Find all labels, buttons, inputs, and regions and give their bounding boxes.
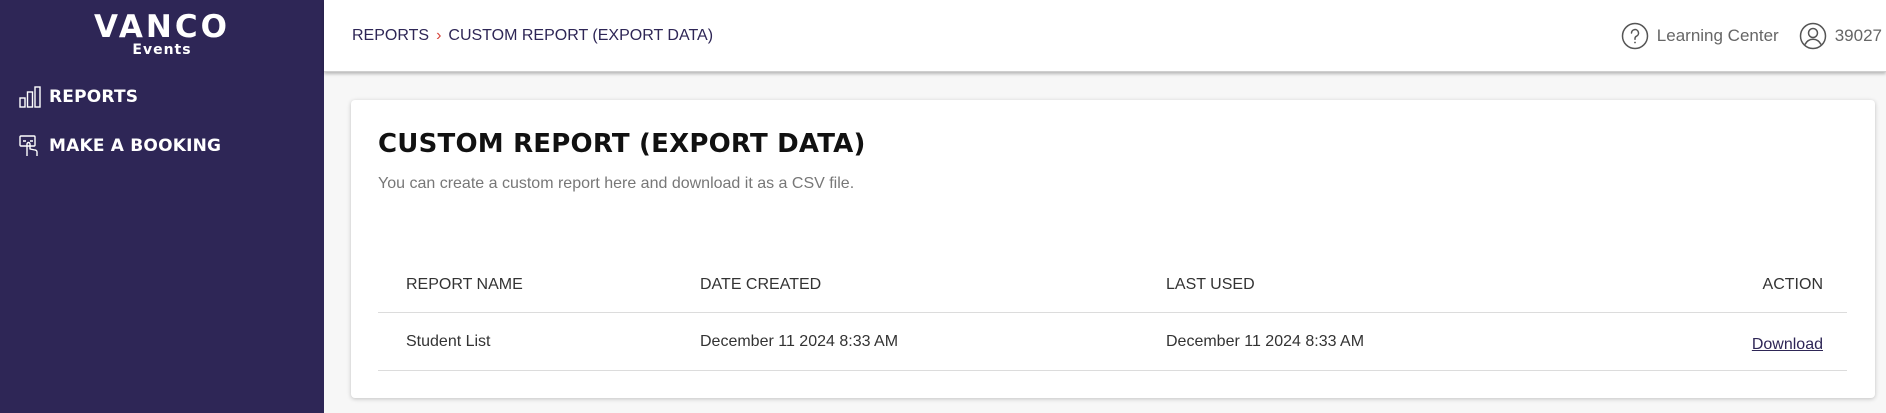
user-avatar-icon (1799, 22, 1826, 49)
column-header-last-used: LAST USED (1166, 276, 1255, 293)
booking-hand-icon (19, 135, 38, 156)
chevron-right-icon: › (436, 26, 442, 44)
sidebar-item-label: MAKE A BOOKING (49, 136, 222, 156)
column-header-action: ACTION (1762, 276, 1823, 293)
sidebar: VANCO Events REPORTS MAKE A BOOKING (0, 0, 324, 413)
logo-wordmark: VANCO (94, 9, 230, 45)
table-row: Student List December 11 2024 8:33 AM De… (378, 313, 1847, 371)
user-account-menu[interactable]: 39027 (1799, 22, 1882, 50)
download-link[interactable]: Download (1752, 336, 1823, 354)
sidebar-item-make-a-booking[interactable]: MAKE A BOOKING (0, 131, 324, 161)
top-bar: REPORTS › CUSTOM REPORT (EXPORT DATA) Le… (324, 0, 1886, 72)
bar-chart-icon (19, 86, 41, 108)
learning-center-label: Learning Center (1656, 25, 1779, 45)
user-id: 39027 (1834, 25, 1882, 45)
column-header-date-created: DATE CREATED (700, 276, 822, 293)
last-used-cell: December 11 2024 8:33 AM (1166, 332, 1365, 350)
breadcrumb-current-page: CUSTOM REPORT (EXPORT DATA) (448, 26, 714, 44)
header-actions: Learning Center 39027 (1621, 22, 1882, 50)
action-cell: Download (1752, 313, 1823, 370)
date-created-cell: December 11 2024 8:33 AM (700, 332, 899, 350)
sidebar-nav: REPORTS MAKE A BOOKING (0, 82, 324, 180)
table-header-row: REPORT NAME DATE CREATED LAST USED ACTIO… (378, 258, 1847, 313)
help-circle-icon (1621, 22, 1649, 49)
page-title: CUSTOM REPORT (EXPORT DATA) (378, 129, 866, 159)
column-header-report-name: REPORT NAME (406, 276, 523, 293)
learning-center-link[interactable]: Learning Center (1621, 22, 1779, 50)
breadcrumb: REPORTS › CUSTOM REPORT (EXPORT DATA) (352, 27, 713, 45)
custom-report-card: CUSTOM REPORT (EXPORT DATA) You can crea… (351, 100, 1875, 398)
report-name-cell: Student List (406, 332, 491, 350)
sidebar-item-label: REPORTS (49, 87, 139, 107)
page-subtitle: You can create a custom report here and … (378, 175, 855, 192)
sidebar-item-reports[interactable]: REPORTS (0, 82, 324, 112)
reports-table: REPORT NAME DATE CREATED LAST USED ACTIO… (378, 258, 1847, 371)
logo-subtitle: Events (132, 42, 192, 58)
breadcrumb-reports[interactable]: REPORTS (352, 27, 429, 45)
vanco-events-logo[interactable]: VANCO Events (0, 9, 324, 59)
